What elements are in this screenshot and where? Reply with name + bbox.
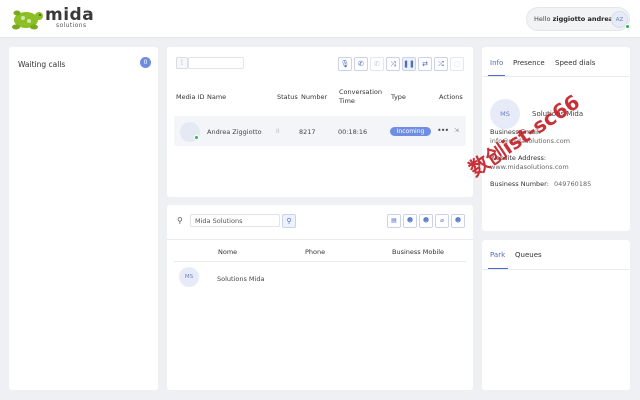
user-icon: ☻ xyxy=(454,217,462,224)
col-type: Type xyxy=(391,93,406,101)
mida-logo: mida solutions xyxy=(8,5,108,33)
tabs-divider xyxy=(482,76,630,77)
col-actions: Actions xyxy=(439,93,463,101)
col-nome: Nome xyxy=(218,248,238,256)
toolbar-divider xyxy=(167,239,473,240)
park-queues-panel: Park Queues xyxy=(482,240,630,390)
mute-button[interactable]: 🎙 xyxy=(338,57,352,71)
header-divider xyxy=(174,261,466,262)
online-status-dot xyxy=(625,24,630,29)
business-number-value[interactable]: 049760185 xyxy=(554,180,591,188)
contact-avatar: MS xyxy=(179,267,199,287)
tab-park[interactable]: Park xyxy=(490,251,505,259)
add-contact-button[interactable]: ☻ xyxy=(403,214,417,228)
col-conversation-time: Conversation Time xyxy=(339,88,382,105)
shuffle-icon: ⤮ xyxy=(438,60,444,68)
turtle-logo-icon xyxy=(12,10,43,30)
call-type-badge: Incoming xyxy=(390,127,431,136)
search-icon: ⚲ xyxy=(177,216,183,225)
contacts-panel: ⚲ ⚲ ▤ ☻ ☻ ⌀ ☻ Nome Phone Business Mobile… xyxy=(167,205,473,390)
edit-contact-button[interactable]: ☻ xyxy=(419,214,433,228)
hangup-icon: ✆ xyxy=(374,60,380,68)
waiting-calls-count-badge: 0 xyxy=(140,57,151,68)
swap-button[interactable]: ⇄ xyxy=(418,57,432,71)
active-calls-panel: ⋮ 🎙 ✆ ✆ ⤨ ❚❚ ⇄ ⤮ ◌ Media ID Name Status … xyxy=(167,47,473,197)
col-media-id: Media ID xyxy=(176,93,205,101)
hangup-button[interactable]: ✆ xyxy=(370,57,384,71)
transfer-icon: ⤨ xyxy=(390,60,396,68)
eye-off-icon: ◌ xyxy=(453,60,461,68)
mic-icon: 🎙 xyxy=(340,60,350,68)
caller-number: 8217 xyxy=(299,128,316,136)
attach-button[interactable]: ⌀ xyxy=(435,214,449,228)
table-row[interactable]: Andrea Ziggiotto II 8217 00:18:16 Incomi… xyxy=(174,116,466,146)
more-actions-icon[interactable]: ••• xyxy=(437,126,449,135)
dial-number-input[interactable] xyxy=(188,57,244,69)
tab-queues[interactable]: Queues xyxy=(515,251,542,259)
tab-info[interactable]: Info xyxy=(490,59,503,67)
user-name: ziggiotto andrea xyxy=(552,15,614,23)
paperclip-icon: ⌀ xyxy=(440,217,444,224)
tab-presence[interactable]: Presence xyxy=(513,59,545,67)
shuffle-button[interactable]: ⤮ xyxy=(434,57,448,71)
greeting-prefix: Hello xyxy=(534,15,551,23)
phone-icon: ✆ xyxy=(358,60,364,68)
swap-icon: ⇄ xyxy=(422,60,428,68)
user-plus-icon: ☻ xyxy=(406,217,414,224)
caller-online-dot xyxy=(194,135,199,140)
folder-icon: ▤ xyxy=(391,217,397,224)
top-bar: mida solutions Hello ziggiotto andrea AZ xyxy=(0,0,640,38)
tab-speed-dials[interactable]: Speed dials xyxy=(555,59,595,67)
user-greeting: Hello ziggiotto andrea xyxy=(534,15,613,23)
answer-button[interactable]: ✆ xyxy=(354,57,368,71)
contact-details-button[interactable]: ☻ xyxy=(451,214,465,228)
dialpad-button[interactable]: ⋮ xyxy=(176,57,188,69)
col-status: Status xyxy=(277,93,298,101)
col-business-mobile: Business Mobile xyxy=(392,248,445,256)
caller-name: Andrea Ziggiotto xyxy=(207,128,262,136)
hold-button[interactable]: ❚❚ xyxy=(402,57,416,71)
waiting-calls-panel: Waiting calls 0 xyxy=(9,47,158,390)
pause-icon: ❚❚ xyxy=(403,60,415,68)
hide-button[interactable]: ◌ xyxy=(450,57,464,71)
logo-subtitle: solutions xyxy=(56,22,87,29)
conversation-time: 00:18:16 xyxy=(338,128,368,136)
col-name: Name xyxy=(207,93,227,101)
search-button[interactable]: ⚲ xyxy=(282,214,296,228)
contact-name: Solutions Mida xyxy=(217,275,265,283)
user-edit-icon: ☻ xyxy=(422,217,430,224)
user-menu[interactable]: Hello ziggiotto andrea AZ xyxy=(526,7,630,31)
transfer-button[interactable]: ⤨ xyxy=(386,57,400,71)
waiting-calls-title: Waiting calls xyxy=(18,60,66,69)
contact-search-input[interactable] xyxy=(190,214,280,227)
folder-button[interactable]: ▤ xyxy=(387,214,401,228)
col-phone: Phone xyxy=(305,248,326,256)
col-number: Number xyxy=(301,93,328,101)
zoom-icon: ⚲ xyxy=(286,217,292,225)
status-paused-icon: II xyxy=(276,128,280,135)
business-number-label: Business Number: xyxy=(490,180,549,188)
call-transfer-icon[interactable]: ⇲ xyxy=(454,127,459,134)
tabs-divider xyxy=(482,269,630,270)
